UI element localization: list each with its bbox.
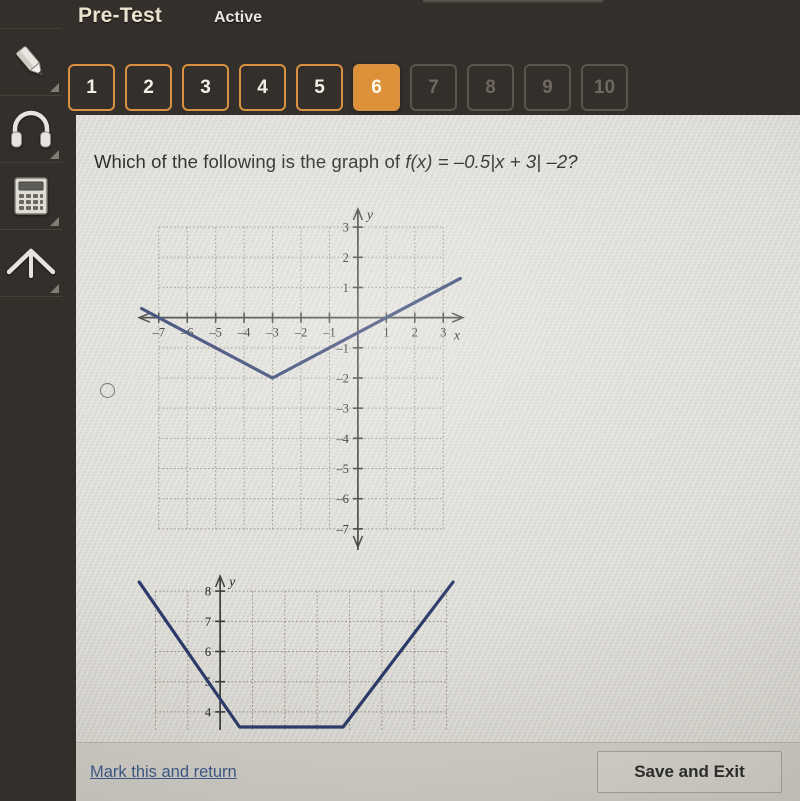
question-tab-10: 10 [581, 64, 628, 111]
test-title: Pre-Test [78, 4, 163, 27]
answer-choice-b[interactable]: 87654y [76, 570, 800, 760]
xtick-label: –7 [152, 326, 166, 340]
radio-choice-a[interactable] [100, 383, 115, 398]
question-tab-strip: 1 2 3 4 5 6 7 8 9 10 [68, 64, 628, 111]
question-tab-7: 7 [410, 64, 457, 111]
ytick-label: –2 [335, 372, 349, 386]
pencil-icon [10, 41, 52, 83]
graph-choice-a: –7 –6 –5 –4 –3 –2 –1 1 2 3 3 2 1 –1 –2 –3 –4 –5 –6 –7 y x [136, 203, 466, 558]
question-function-expression: f(x) = –0.5|x + 3| –2? [405, 151, 578, 172]
audio-tool[interactable] [0, 96, 62, 163]
plot-line [137, 580, 455, 729]
mark-this-and-return-link[interactable]: Mark this and return [90, 763, 237, 782]
choice-b-graph: 87654y [137, 574, 455, 743]
x-axis-label: x [453, 329, 461, 344]
question-tab-4[interactable]: 4 [239, 64, 286, 111]
answer-choice-a[interactable]: –7 –6 –5 –4 –3 –2 –1 1 2 3 3 2 1 –1 –2 –3 –4 –5 –6 –7 y x [76, 203, 800, 563]
y-axis-label: y [365, 208, 374, 223]
quiz-header: Pre-Test Active [68, 0, 800, 52]
ytick-label: –5 [335, 462, 349, 476]
graph-choice-b: 87654y [136, 570, 466, 743]
ytick-label: –6 [335, 492, 349, 506]
question-tab-8: 8 [467, 64, 514, 111]
tool-rail [0, 28, 62, 297]
ytick-label: –3 [335, 402, 349, 416]
arrow-up-icon [7, 246, 55, 280]
reference-tool[interactable] [0, 230, 62, 297]
tool-corner-marker [50, 217, 59, 226]
question-tab-5[interactable]: 5 [296, 64, 343, 111]
highlighter-tool[interactable] [0, 28, 62, 96]
xtick-label: –1 [322, 326, 336, 340]
choice-a-graph: –7 –6 –5 –4 –3 –2 –1 1 2 3321–1–2–3–4–5–6–7yx [137, 207, 465, 550]
question-tab-1[interactable]: 1 [68, 64, 115, 111]
ytick-label: –7 [335, 522, 349, 536]
ytick-label: 2 [343, 251, 349, 265]
ytick-label: 6 [205, 645, 211, 659]
y-axis-label: y [227, 575, 236, 590]
clipped-top-text [423, 0, 603, 3]
xtick-label: 3 [440, 326, 446, 340]
calculator-icon [12, 176, 50, 216]
xtick-label: 2 [412, 326, 418, 340]
question-tab-6[interactable]: 6 [353, 64, 400, 111]
question-tab-3[interactable]: 3 [182, 64, 229, 111]
question-prompt-prefix: Which of the following is the graph of [94, 151, 406, 172]
question-prompt: Which of the following is the graph of f… [94, 150, 754, 173]
xtick-label: –5 [208, 326, 222, 340]
question-content-sheet: Which of the following is the graph of f… [76, 115, 800, 801]
headphones-icon [9, 109, 53, 149]
ytick-label: 8 [205, 585, 211, 599]
ytick-label: 1 [343, 281, 349, 295]
ytick-label: 7 [205, 615, 211, 629]
xtick-label: –3 [265, 326, 279, 340]
calculator-tool[interactable] [0, 163, 62, 230]
question-tab-2[interactable]: 2 [125, 64, 172, 111]
tool-corner-marker [50, 284, 59, 293]
tool-corner-marker [50, 150, 59, 159]
test-status-label: Active [214, 9, 263, 26]
xtick-label: –2 [294, 326, 308, 340]
xtick-label: –4 [237, 326, 251, 340]
ytick-label: 4 [205, 705, 212, 719]
save-and-exit-button[interactable]: Save and Exit [597, 751, 782, 793]
ytick-label: 3 [343, 221, 349, 235]
tool-corner-marker [50, 83, 59, 92]
question-tab-9: 9 [524, 64, 571, 111]
sheet-footer: Mark this and return Save and Exit [76, 742, 800, 801]
ytick-label: –4 [335, 432, 349, 446]
xtick-label: 1 [383, 326, 389, 340]
